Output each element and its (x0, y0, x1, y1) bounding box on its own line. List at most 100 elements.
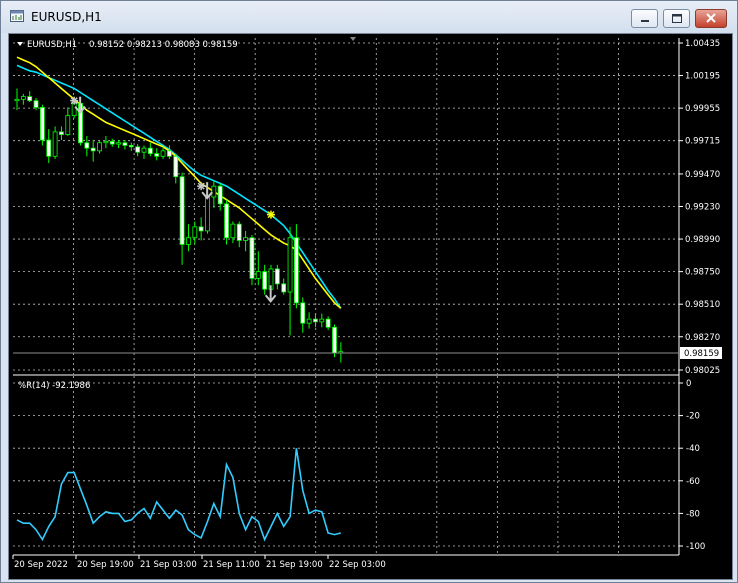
candle (27, 91, 33, 103)
candle-body (166, 150, 172, 157)
candle-body (236, 223, 242, 241)
symbol-label: EURUSD,H1 (27, 40, 77, 50)
candle-body (306, 318, 312, 324)
candle (109, 138, 115, 147)
candle (319, 313, 325, 328)
candle (281, 278, 287, 295)
candle-body (71, 102, 77, 116)
candle-body (109, 140, 115, 145)
price-axis-label: 0.99230 (685, 203, 720, 213)
indicator-axis-label: -100 (686, 542, 705, 552)
candle-body (52, 131, 58, 157)
time-axis-label: 21 Sep 11:00 (203, 560, 260, 570)
chart-shift-marker-icon[interactable] (350, 37, 356, 41)
candle (128, 142, 134, 151)
candle-body (65, 115, 71, 135)
price-axis-label: 0.98750 (685, 268, 720, 278)
candle-body (179, 176, 185, 245)
candle-body (46, 139, 52, 157)
candle (338, 342, 344, 363)
candle-body (287, 237, 293, 293)
signal-star-icon (267, 210, 275, 219)
candle-body (27, 96, 33, 102)
candle-body (217, 185, 223, 205)
candle (293, 224, 299, 309)
candle (325, 316, 331, 330)
symbol-menu-triangle-icon[interactable] (17, 42, 23, 46)
candle-body (262, 271, 268, 290)
price-axis-label: 0.99715 (685, 137, 720, 147)
candle-body (300, 302, 306, 324)
candle (135, 144, 141, 157)
candle (84, 135, 90, 157)
chart-area[interactable]: EURUSD,H1 0.98152 0.98213 0.98083 0.9815… (8, 33, 733, 580)
candle-body (243, 237, 249, 241)
candle-body (319, 318, 325, 323)
candle-body (84, 142, 90, 149)
candle (46, 129, 52, 164)
candle-body (332, 326, 337, 354)
indicator-grid (13, 376, 679, 554)
candle-body (205, 196, 210, 232)
candle-body (249, 237, 255, 279)
candle (255, 251, 261, 286)
candle (274, 264, 280, 290)
candle (20, 93, 26, 105)
candle (52, 126, 58, 160)
candlesticks (14, 88, 344, 363)
candle (236, 221, 242, 248)
time-axis-label: 20 Sep 2022 (14, 560, 68, 570)
candle-body (325, 318, 331, 328)
price-axis-label: 0.99955 (685, 104, 720, 114)
indicator-axis: 0 -20 -40 -60 -80 -100 (679, 379, 705, 552)
chart-window-icon (10, 10, 24, 22)
candle-body (59, 131, 64, 135)
price-axis-label: 1.00435 (685, 39, 720, 49)
ohlc-values: 0.98152 0.98213 0.98083 0.98159 (89, 40, 238, 50)
candle-body (116, 142, 121, 145)
candle-body (128, 145, 134, 148)
candle-body (122, 142, 128, 146)
wpr-indicator (16, 448, 341, 542)
candle-body (224, 203, 229, 239)
candle (192, 221, 198, 245)
time-axis-label: 22 Sep 03:00 (329, 560, 386, 570)
candle (306, 312, 312, 329)
maximize-button[interactable] (663, 9, 690, 28)
signal-markers (70, 96, 277, 303)
close-button[interactable] (695, 9, 727, 28)
candle (90, 140, 96, 162)
chart-canvas[interactable]: EURUSD,H1 0.98152 0.98213 0.98083 0.9815… (9, 34, 732, 579)
minimize-button[interactable] (631, 9, 658, 28)
candle (211, 180, 217, 208)
price-grid (13, 38, 679, 374)
price-axis-label: 0.98025 (685, 366, 720, 376)
candle-body (33, 100, 39, 108)
candle-body (20, 96, 26, 100)
signal-star-icon (70, 96, 79, 105)
maximize-icon (672, 14, 682, 23)
candle-body (14, 98, 20, 102)
candle-body (160, 150, 166, 157)
candle-body (103, 140, 109, 144)
candle-body (192, 226, 198, 239)
time-axis-label: 21 Sep 19:00 (266, 560, 323, 570)
price-axis-label: 1.00195 (685, 72, 720, 82)
candle-body (173, 155, 179, 178)
time-axis: 20 Sep 2022 20 Sep 19:00 21 Sep 03:00 21 Se… (12, 555, 386, 570)
close-icon (706, 13, 716, 23)
candle (332, 324, 337, 358)
terminal-window: EURUSD,H1 EURUSD,H1 0.98152 0.98213 0.98… (0, 0, 738, 583)
candle (14, 88, 20, 111)
minimize-icon (641, 20, 649, 22)
title-bar[interactable]: EURUSD,H1 (1, 1, 737, 33)
candle-body (141, 147, 147, 153)
candle-body (198, 226, 204, 232)
candle (39, 104, 45, 146)
indicator-axis-label: -60 (686, 477, 700, 487)
window-title: EURUSD,H1 (31, 10, 102, 24)
candle-body (230, 223, 236, 239)
candle-body (313, 318, 318, 323)
time-axis-label: 21 Sep 03:00 (140, 560, 197, 570)
wpr-line (16, 448, 341, 542)
